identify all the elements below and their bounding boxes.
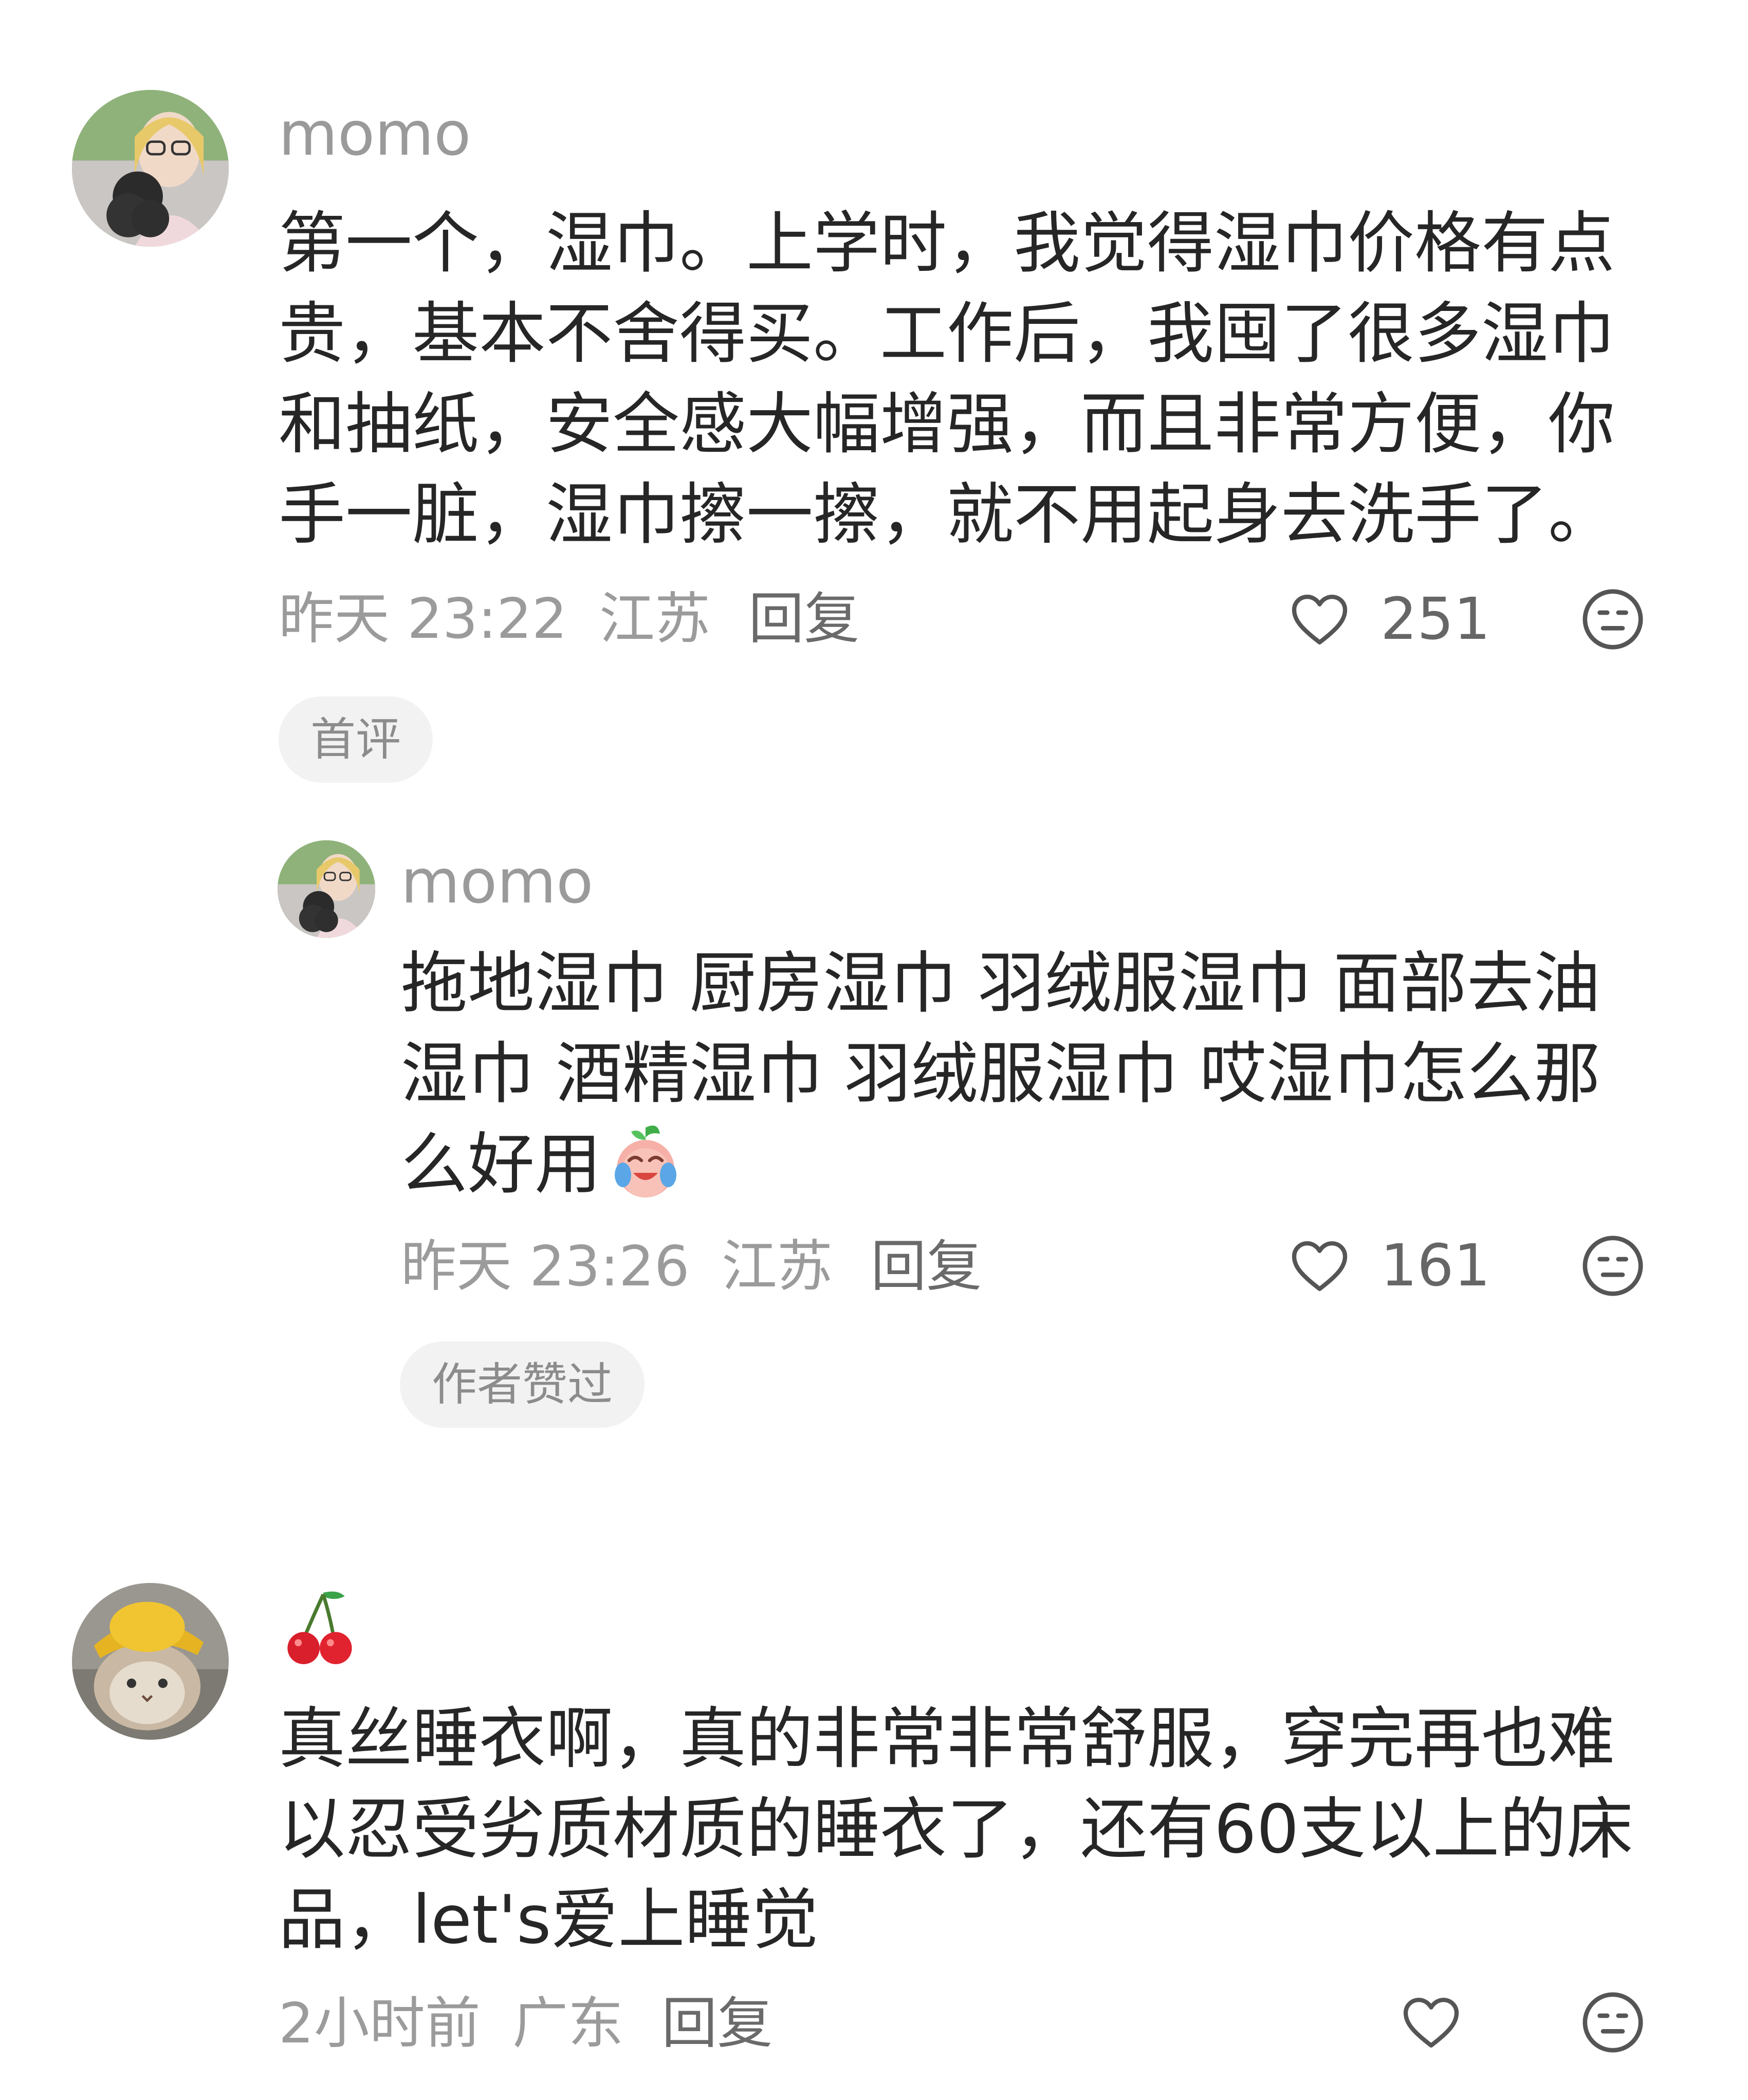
- comment-location: 江苏: [721, 1235, 833, 1299]
- dislike-button[interactable]: [1579, 1989, 1646, 2056]
- like-button[interactable]: 161: [1287, 1232, 1491, 1299]
- comment-time: 昨天 23:26: [401, 1235, 690, 1299]
- like-count: 161: [1381, 1232, 1491, 1299]
- cherry-emoji-icon: [287, 1591, 352, 1665]
- comment-location: 广东: [512, 1992, 624, 2056]
- comment-text: 真丝睡衣啊，真的非常非常舒服，穿完再也难以忍受劣质材质的睡衣了，还有60支以上的…: [279, 1700, 1633, 1959]
- meh-face-icon: [1583, 1992, 1643, 2053]
- comment-list: momo 第一个，湿巾。上学时，我觉得湿巾价格有点贵，基本不舍得买。工作后，我囤…: [0, 0, 1748, 2100]
- meh-face-icon: [1583, 1236, 1643, 1296]
- first-comment-badge: 首评: [279, 696, 433, 783]
- comment-meta: 2小时前 广东 回复: [279, 1993, 772, 2055]
- dislike-button[interactable]: [1579, 1232, 1646, 1299]
- heart-icon: [1292, 594, 1348, 644]
- like-button[interactable]: [1399, 1989, 1492, 2056]
- comment-location: 江苏: [599, 587, 710, 651]
- comment-meta: 昨天 23:22 江苏 回复: [279, 588, 859, 650]
- heart-icon: [1292, 1241, 1348, 1291]
- dislike-button[interactable]: [1579, 586, 1646, 653]
- avatar-girl-with-dog-icon: [278, 840, 375, 938]
- avatar[interactable]: [72, 1583, 229, 1740]
- comment-text: 第一个，湿巾。上学时，我觉得湿巾价格有点贵，基本不舍得买。工作后，我囤了很多湿巾…: [279, 204, 1615, 554]
- username[interactable]: [284, 1586, 356, 1668]
- comment-time: 昨天 23:22: [279, 587, 567, 651]
- reply-button[interactable]: 回复: [748, 587, 859, 651]
- reply-text-block: 拖地湿巾 厨房湿巾 羽绒服湿巾 面部去油湿巾 酒精湿巾 羽绒服湿巾 哎湿巾怎么那…: [401, 938, 1665, 1209]
- reply-button[interactable]: 回复: [871, 1235, 982, 1299]
- meh-face-icon: [1583, 589, 1643, 650]
- comment-time: 2小时前: [279, 1992, 481, 2056]
- username[interactable]: momo: [279, 100, 471, 167]
- avatar[interactable]: [72, 90, 229, 247]
- avatar[interactable]: [278, 840, 375, 938]
- reply-text: 拖地湿巾 厨房湿巾 羽绒服湿巾 面部去油湿巾 酒精湿巾 羽绒服湿巾 哎湿巾怎么那…: [401, 944, 1600, 1203]
- crying-laugh-peach-emoji-icon: [604, 1119, 687, 1202]
- reply-button[interactable]: 回复: [661, 1992, 772, 2056]
- author-liked-badge: 作者赞过: [400, 1341, 645, 1428]
- username[interactable]: momo: [401, 848, 593, 915]
- heart-icon: [1403, 1997, 1459, 2048]
- avatar-cat-with-yellow-hat-icon: [72, 1583, 229, 1740]
- like-count: 251: [1381, 586, 1491, 653]
- like-button[interactable]: 251: [1287, 586, 1491, 653]
- comment-meta: 昨天 23:26 江苏 回复: [401, 1236, 982, 1298]
- avatar-girl-with-dog-icon: [72, 90, 229, 247]
